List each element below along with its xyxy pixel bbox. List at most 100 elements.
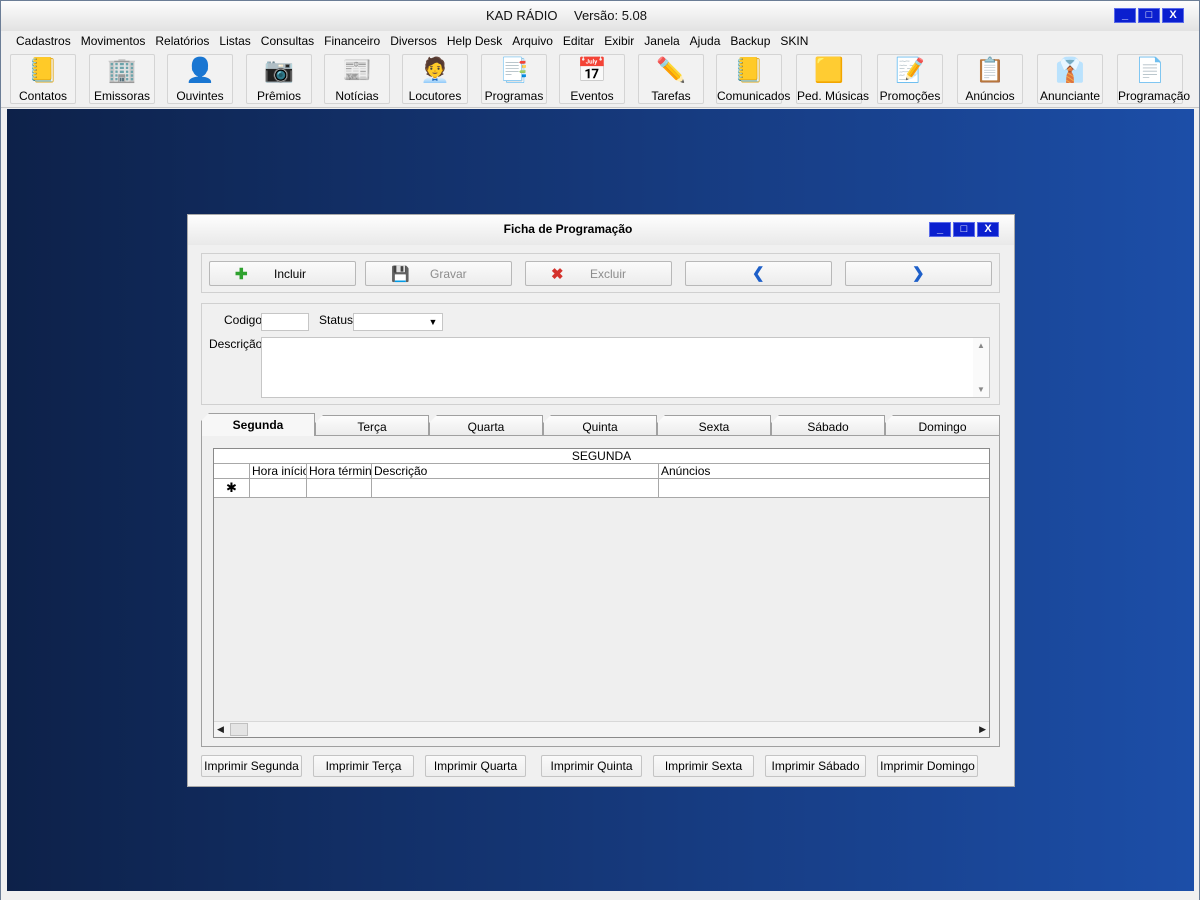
menu-backup[interactable]: Backup bbox=[725, 31, 775, 51]
scroll-left-icon[interactable]: ◀ bbox=[217, 724, 224, 735]
tab-terca[interactable]: Terça bbox=[315, 415, 429, 435]
imprimir-quarta-button[interactable]: Imprimir Quarta bbox=[425, 755, 526, 777]
status-select[interactable]: ▼ bbox=[353, 313, 443, 331]
toolbar-locutores-button[interactable]: 🧑‍💼 Locutores bbox=[402, 54, 468, 104]
tab-quarta[interactable]: Quarta bbox=[429, 415, 543, 435]
menu-exibir[interactable]: Exibir bbox=[599, 31, 639, 51]
imprimir-segunda-button[interactable]: Imprimir Segunda bbox=[201, 755, 302, 777]
task-icon: ✏️ bbox=[656, 57, 686, 84]
new-row-hora-inicio-cell[interactable] bbox=[250, 479, 307, 498]
grid-horizontal-scrollbar[interactable]: ◀ ▶ bbox=[214, 721, 989, 737]
maximize-button[interactable]: □ bbox=[1138, 8, 1160, 23]
scrollbar-thumb[interactable] bbox=[230, 723, 248, 736]
toolbar-comunicados-button[interactable]: 📒 Comunicados bbox=[716, 54, 790, 104]
imprimir-domingo-button[interactable]: Imprimir Domingo bbox=[877, 755, 978, 777]
tab-domingo[interactable]: Domingo bbox=[885, 415, 1000, 435]
gravar-button[interactable]: 💾 Gravar bbox=[365, 261, 512, 286]
calendar-icon: 📅 bbox=[577, 57, 607, 84]
dialog-title: Ficha de Programação bbox=[503, 222, 633, 236]
column-header-hora-inicio[interactable]: Hora início bbox=[250, 464, 307, 479]
grid-caption: SEGUNDA bbox=[214, 449, 989, 464]
incluir-label: Incluir bbox=[274, 267, 307, 281]
toolbar-promocoes-button[interactable]: 📝 Promoções bbox=[877, 54, 943, 104]
new-row-anuncios-cell[interactable] bbox=[659, 479, 989, 498]
dialog-minimize-button[interactable]: _ bbox=[929, 222, 951, 237]
row-indicator-header bbox=[214, 464, 250, 479]
tab-segunda[interactable]: Segunda bbox=[201, 413, 315, 436]
new-row-marker[interactable]: ✱ bbox=[214, 479, 250, 498]
notepad-icon: 📒 bbox=[734, 57, 764, 84]
descricao-label: Descrição bbox=[209, 337, 263, 351]
tab-quinta[interactable]: Quinta bbox=[543, 415, 657, 435]
chevron-left-icon: ❮ bbox=[752, 265, 765, 282]
menu-ajuda[interactable]: Ajuda bbox=[685, 31, 726, 51]
dialog-titlebar: Ficha de Programação _ □ X bbox=[188, 215, 1014, 245]
scroll-down-icon[interactable]: ▼ bbox=[977, 385, 985, 394]
codigo-field[interactable] bbox=[261, 313, 309, 331]
column-header-anuncios[interactable]: Anúncios bbox=[659, 464, 989, 479]
descricao-scrollbar[interactable]: ▲ ▼ bbox=[973, 338, 989, 397]
chevron-right-icon: ❯ bbox=[912, 265, 925, 282]
close-button[interactable]: X bbox=[1162, 8, 1184, 23]
incluir-button[interactable]: ✚ Incluir bbox=[209, 261, 356, 286]
minimize-button[interactable]: _ bbox=[1114, 8, 1136, 23]
imprimir-terca-button[interactable]: Imprimir Terça bbox=[313, 755, 414, 777]
status-label: Status bbox=[319, 313, 354, 327]
action-bar: ✚ Incluir 💾 Gravar ✖ Excluir ❮ ❯ bbox=[201, 253, 1000, 293]
ad-note-icon: 📋 bbox=[975, 57, 1005, 84]
scroll-up-icon[interactable]: ▲ bbox=[977, 341, 985, 350]
toolbar-tarefas-button[interactable]: ✏️ Tarefas bbox=[638, 54, 704, 104]
toolbar-programas-button[interactable]: 📑 Programas bbox=[481, 54, 547, 104]
toolbar-anuncios-button[interactable]: 📋 Anúncios bbox=[957, 54, 1023, 104]
menu-movimentos[interactable]: Movimentos bbox=[76, 31, 151, 51]
scroll-right-icon[interactable]: ▶ bbox=[979, 724, 986, 735]
delete-x-icon: ✖ bbox=[551, 266, 564, 283]
column-header-descricao[interactable]: Descrição bbox=[372, 464, 659, 479]
toolbar-anunciante-button[interactable]: 👔 Anunciante bbox=[1037, 54, 1103, 104]
toolbar-contatos-button[interactable]: 📒 Contatos bbox=[10, 54, 76, 104]
app-titlebar: KAD RÁDIO Versão: 5.08 _ □ X bbox=[1, 1, 1199, 31]
toolbar-premios-button[interactable]: 📷 Prêmios bbox=[246, 54, 312, 104]
menu-consultas[interactable]: Consultas bbox=[256, 31, 319, 51]
dialog-maximize-button[interactable]: □ bbox=[953, 222, 975, 237]
menu-arquivo[interactable]: Arquivo bbox=[507, 31, 558, 51]
menu-cadastros[interactable]: Cadastros bbox=[11, 31, 76, 51]
menu-editar[interactable]: Editar bbox=[558, 31, 599, 51]
window-border bbox=[1194, 109, 1199, 891]
toolbar-label: Emissoras bbox=[93, 89, 150, 103]
menu-diversos[interactable]: Diversos bbox=[385, 31, 442, 51]
imprimir-sabado-button[interactable]: Imprimir Sábado bbox=[765, 755, 866, 777]
new-row-hora-termino-cell[interactable] bbox=[307, 479, 372, 498]
column-header-hora-termino[interactable]: Hora término bbox=[307, 464, 372, 479]
new-row-descricao-cell[interactable] bbox=[372, 479, 659, 498]
imprimir-quinta-button[interactable]: Imprimir Quinta bbox=[541, 755, 642, 777]
status-strip bbox=[1, 891, 1199, 900]
menu-financeiro[interactable]: Financeiro bbox=[319, 31, 385, 51]
toolbar-programacao-button[interactable]: 📄 Programação bbox=[1117, 54, 1190, 104]
toolbar-noticias-button[interactable]: 📰 Notícias bbox=[324, 54, 390, 104]
excluir-label: Excluir bbox=[590, 267, 627, 281]
tab-sexta[interactable]: Sexta bbox=[657, 415, 771, 435]
menu-listas[interactable]: Listas bbox=[214, 31, 255, 51]
dialog-close-button[interactable]: X bbox=[977, 222, 999, 237]
menu-janela[interactable]: Janela bbox=[639, 31, 684, 51]
descricao-field[interactable]: ▲ ▼ bbox=[261, 337, 990, 398]
schedule-icon: 📄 bbox=[1135, 57, 1165, 84]
toolbar-label: Eventos bbox=[570, 89, 614, 103]
imprimir-sexta-button[interactable]: Imprimir Sexta bbox=[653, 755, 754, 777]
menu-skin[interactable]: SKIN bbox=[775, 31, 813, 51]
plus-icon: ✚ bbox=[235, 266, 248, 283]
toolbar-ouvintes-button[interactable]: 👤 Ouvintes bbox=[167, 54, 233, 104]
next-record-button[interactable]: ❯ bbox=[845, 261, 992, 286]
menu-relatorios[interactable]: Relatórios bbox=[150, 31, 214, 51]
camera-icon: 📷 bbox=[264, 57, 294, 84]
chevron-down-icon[interactable]: ▼ bbox=[425, 315, 441, 329]
excluir-button[interactable]: ✖ Excluir bbox=[525, 261, 672, 286]
toolbar-emissoras-button[interactable]: 🏢 Emissoras bbox=[89, 54, 155, 104]
toolbar-ped-musicas-button[interactable]: 🟨 Ped. Músicas bbox=[796, 54, 869, 104]
previous-record-button[interactable]: ❮ bbox=[685, 261, 832, 286]
tab-sabado[interactable]: Sábado bbox=[771, 415, 885, 435]
toolbar-eventos-button[interactable]: 📅 Eventos bbox=[559, 54, 625, 104]
toolbar-label: Programas bbox=[484, 89, 544, 103]
menu-help-desk[interactable]: Help Desk bbox=[442, 31, 507, 51]
